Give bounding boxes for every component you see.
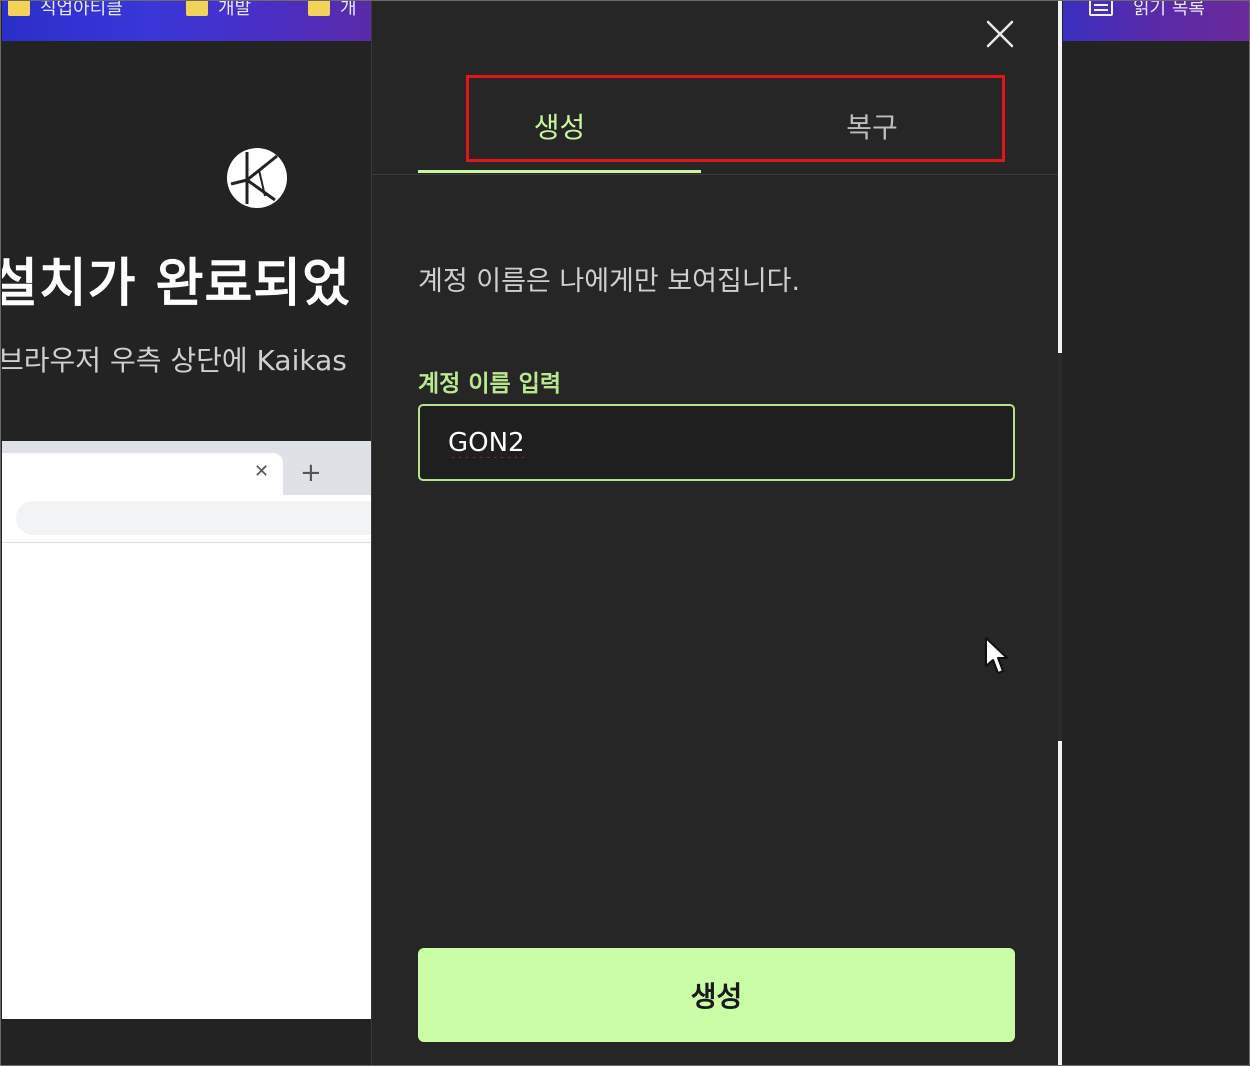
- scrollbar-thumb[interactable]: [1058, 353, 1062, 741]
- bookmarks-bar: 직업아티클 개발 개: [2, 1, 371, 41]
- folder-icon: [308, 1, 330, 16]
- tab-bar: 생성 복구: [372, 79, 1060, 175]
- browser-illustration: ✕ +: [2, 441, 371, 1019]
- account-name-input[interactable]: [418, 404, 1015, 481]
- page-subtitle: 브라우저 우측 상단에 Kaikas: [2, 344, 347, 377]
- mouse-cursor-icon: [985, 637, 1008, 674]
- kaikas-panel: 생성 복구 계정 이름은 나에게만 보여집니다. 계정 이름 입력 생성: [371, 1, 1062, 1065]
- bookmark-item[interactable]: 개: [308, 1, 357, 19]
- bookmark-item[interactable]: 직업아티클: [8, 1, 123, 19]
- background-page-right: [1063, 41, 1249, 1065]
- reading-list-button[interactable]: 읽기 목록: [1089, 1, 1205, 19]
- account-name-label: 계정 이름 입력: [418, 371, 561, 397]
- close-icon: ✕: [254, 461, 270, 482]
- tab-create[interactable]: 생성: [418, 79, 701, 173]
- close-icon[interactable]: [984, 18, 1016, 50]
- background-page: 설치가 완료되었 브라우저 우측 상단에 Kaikas ✕ +: [2, 41, 371, 1065]
- screenshot-frame: 직업아티클 개발 개 읽기 목록 설치가 완료되었 브라우저 우측 상단에 Ka…: [0, 0, 1250, 1066]
- active-tab-indicator: [418, 170, 701, 173]
- tab-divider: [372, 174, 1060, 175]
- tab-restore[interactable]: 복구: [717, 79, 1027, 173]
- folder-icon: [186, 1, 208, 16]
- bookmark-item[interactable]: 개발: [186, 1, 251, 19]
- bookmarks-bar-right: 읽기 목록: [1063, 1, 1249, 41]
- create-button[interactable]: 생성: [418, 948, 1015, 1042]
- folder-icon: [8, 1, 30, 16]
- page-title: 설치가 완료되었: [2, 254, 351, 314]
- info-text: 계정 이름은 나에게만 보여집니다.: [418, 266, 801, 297]
- illustration-divider: [2, 542, 371, 543]
- reading-list-icon: [1089, 1, 1113, 16]
- plus-icon: +: [300, 458, 322, 488]
- kaikas-logo: [227, 148, 287, 208]
- illustration-tab: [2, 453, 283, 495]
- illustration-omnibox: [16, 501, 371, 535]
